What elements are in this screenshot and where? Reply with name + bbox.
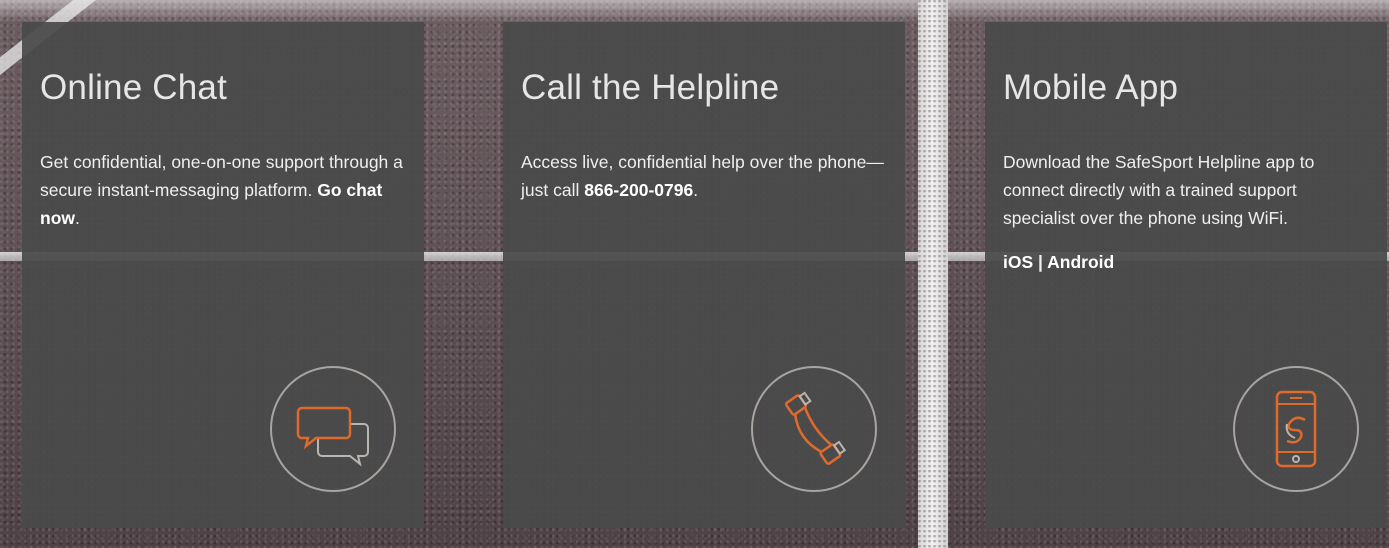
background-highlight (0, 0, 1389, 22)
mobile-phone-icon (1275, 390, 1317, 468)
phone-handset-icon (784, 391, 847, 465)
chat-bubbles-icon (296, 406, 369, 467)
card-body-text: Access live, confidential help over the … (521, 152, 884, 200)
card-description: Get confidential, one-on-one support thr… (40, 148, 406, 232)
online-chat-card: Online Chat Get confidential, one-on-one… (22, 22, 424, 528)
android-link[interactable]: Android (1047, 252, 1114, 272)
mobile-icon-circle[interactable] (1233, 366, 1359, 492)
card-title: Online Chat (40, 68, 228, 107)
period: . (75, 208, 80, 228)
track-lane-vertical (918, 0, 948, 548)
helpline-phone-link[interactable]: 866-200-0796 (584, 180, 693, 200)
card-title: Call the Helpline (521, 68, 780, 107)
app-store-links: iOS | Android (1003, 248, 1369, 276)
card-description: Access live, confidential help over the … (521, 148, 887, 204)
ios-link[interactable]: iOS (1003, 252, 1033, 272)
card-description: Download the SafeSport Helpline app to c… (1003, 152, 1315, 228)
chat-icon-circle[interactable] (270, 366, 396, 492)
track-background: Online Chat Get confidential, one-on-one… (0, 0, 1389, 548)
helpline-card: Call the Helpline Access live, confident… (503, 22, 905, 528)
period: . (693, 180, 699, 200)
card-title: Mobile App (1003, 68, 1179, 107)
mobile-app-card: Mobile App Download the SafeSport Helpli… (985, 22, 1387, 528)
phone-icon-circle[interactable] (751, 366, 877, 492)
link-separator: | (1038, 252, 1043, 272)
